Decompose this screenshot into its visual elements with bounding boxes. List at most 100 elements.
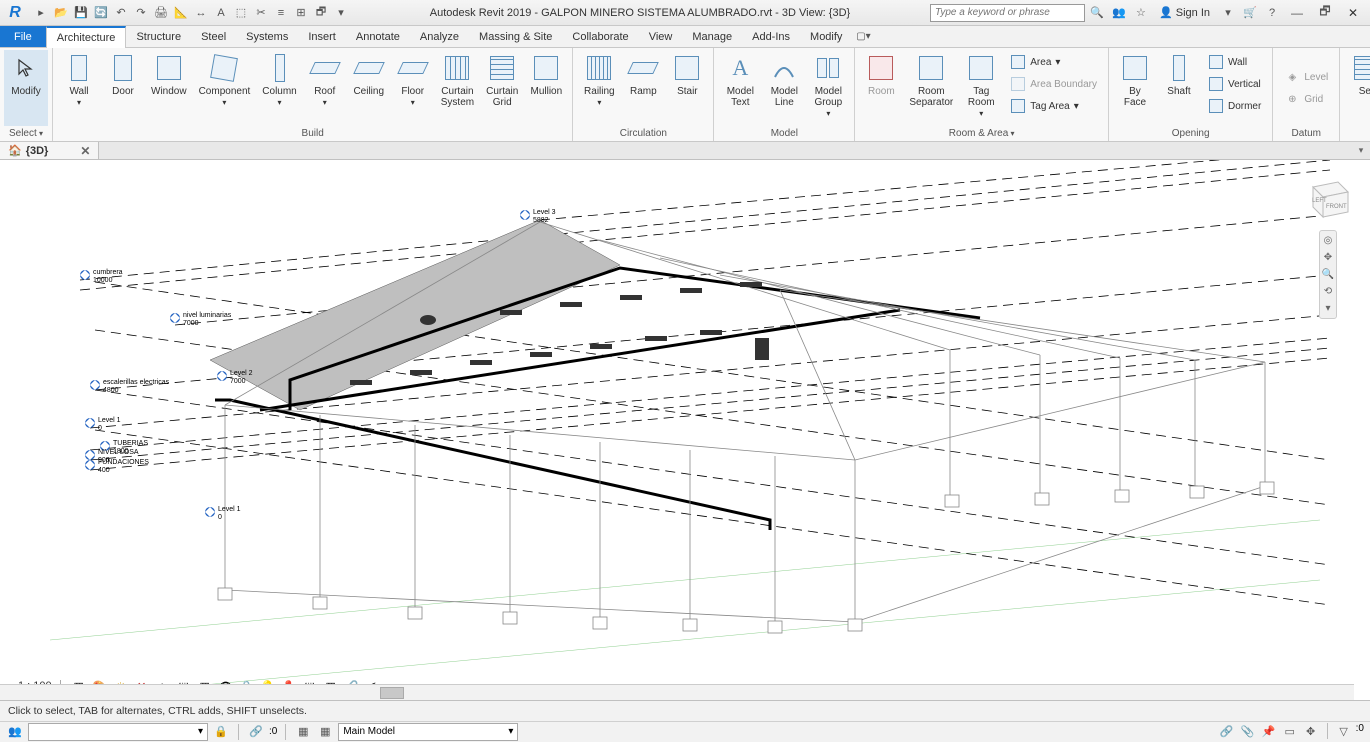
qat-3d-icon[interactable]: ⬚ (232, 4, 250, 22)
qat-switch-icon[interactable]: 🗗 (312, 4, 330, 22)
qat-dimension-icon[interactable]: ↔ (192, 4, 210, 22)
tab-massing[interactable]: Massing & Site (469, 26, 562, 47)
ramp-button[interactable]: Ramp (621, 50, 665, 126)
comm-icon[interactable]: 👥 (1109, 3, 1129, 23)
opening-vertical-button[interactable]: Vertical (1205, 74, 1264, 94)
qat-open-file-icon[interactable]: 📂 (52, 4, 70, 22)
close-view-icon[interactable]: ✕ (80, 144, 90, 158)
area-boundary-button[interactable]: Area Boundary (1007, 74, 1100, 94)
tab-annotate[interactable]: Annotate (346, 26, 410, 47)
opening-dormer-button[interactable]: Dormer (1205, 96, 1264, 116)
search-go-icon[interactable]: 🔍 (1087, 3, 1107, 23)
by-face-button[interactable]: By Face (1113, 50, 1157, 126)
component-button[interactable]: Component (193, 50, 257, 126)
room-button[interactable]: Room (859, 50, 903, 126)
area-button[interactable]: Area ▾ (1007, 52, 1100, 72)
orbit-icon[interactable]: ⟲ (1324, 286, 1332, 297)
qat-thinlines-icon[interactable]: ≡ (272, 4, 290, 22)
floor-button[interactable]: Floor (391, 50, 435, 126)
sb-design-options-icon[interactable]: ▦ (294, 723, 312, 741)
view-tabs-overflow-icon[interactable]: ▾ (1352, 145, 1370, 156)
zoom-icon[interactable]: 🔍 (1322, 269, 1334, 280)
tag-area-button[interactable]: Tag Area ▾ (1007, 96, 1100, 116)
qat-customize-icon[interactable]: ▾ (332, 4, 350, 22)
mullion-button[interactable]: Mullion (524, 50, 568, 126)
active-workset-combo[interactable]: ▾ (28, 723, 208, 741)
sb-filter-icon[interactable]: ▽ (1335, 723, 1353, 741)
sb-editable-only-icon[interactable]: 🔒 (212, 723, 230, 741)
sb-selection-count-icon[interactable]: 🔗 (247, 723, 265, 741)
shaft-button[interactable]: Shaft (1157, 50, 1201, 126)
qat-print-icon[interactable]: 🖨 (152, 4, 170, 22)
qat-save-icon[interactable]: 💾 (72, 4, 90, 22)
tab-systems[interactable]: Systems (236, 26, 298, 47)
window-button[interactable]: Window (145, 50, 193, 126)
qat-section-icon[interactable]: ✂ (252, 4, 270, 22)
railing-button[interactable]: Railing (577, 50, 621, 126)
stair-button[interactable]: Stair (665, 50, 709, 126)
full-nav-wheel-icon[interactable]: ◎ (1324, 235, 1333, 246)
tab-insert[interactable]: Insert (298, 26, 346, 47)
sb-select-face-icon[interactable]: ▭ (1281, 723, 1299, 741)
close-button[interactable]: ✕ (1340, 2, 1366, 24)
view-cube[interactable]: FRONTLEFT (1298, 172, 1358, 222)
tab-context-icon[interactable]: ▢▾ (852, 26, 874, 47)
qat-close-hidden-icon[interactable]: ⊞ (292, 4, 310, 22)
qat-redo-icon[interactable]: ↷ (132, 4, 150, 22)
wall-button[interactable]: Wall (57, 50, 101, 126)
tab-addins[interactable]: Add-Ins (742, 26, 800, 47)
tab-modify[interactable]: Modify (800, 26, 852, 47)
tab-view[interactable]: View (639, 26, 683, 47)
qat-text-icon[interactable]: A (212, 4, 230, 22)
file-tab[interactable]: File (0, 26, 46, 47)
scrollbar-thumb[interactable] (380, 687, 404, 699)
group-label-select[interactable]: Select (4, 126, 48, 141)
help-icon[interactable]: ? (1262, 3, 1282, 23)
tab-architecture[interactable]: Architecture (46, 26, 127, 48)
group-label-room-area[interactable]: Room & Area (859, 126, 1104, 141)
model-text-button[interactable]: AModel Text (718, 50, 762, 126)
column-button[interactable]: Column (256, 50, 302, 126)
modify-button[interactable]: Modify (4, 50, 48, 126)
minimize-button[interactable]: — (1284, 2, 1310, 24)
pan-icon[interactable]: ✥ (1324, 252, 1332, 263)
qat-open-icon[interactable]: ▸ (32, 4, 50, 22)
qat-sync-icon[interactable]: 🔄 (92, 4, 110, 22)
sb-select-links-icon[interactable]: 🔗 (1218, 723, 1236, 741)
qat-measure-icon[interactable]: 📐 (172, 4, 190, 22)
level-button[interactable]: ◈Level (1281, 67, 1331, 87)
sb-exclude-options-icon[interactable]: ▦ (316, 723, 334, 741)
qat-undo-icon[interactable]: ↶ (112, 4, 130, 22)
design-option-combo[interactable]: Main Model▾ (338, 723, 518, 741)
grid-button[interactable]: ⊕Grid (1281, 89, 1331, 109)
tab-steel[interactable]: Steel (191, 26, 236, 47)
tab-collaborate[interactable]: Collaborate (562, 26, 638, 47)
horizontal-scrollbar[interactable] (0, 684, 1354, 700)
search-input[interactable] (930, 4, 1085, 22)
signin-button[interactable]: 👤 Sign In (1159, 6, 1210, 19)
tab-structure[interactable]: Structure (126, 26, 191, 47)
favorite-icon[interactable]: ☆ (1131, 3, 1151, 23)
sb-select-underlay-icon[interactable]: 📎 (1239, 723, 1257, 741)
door-button[interactable]: Door (101, 50, 145, 126)
restore-button[interactable]: 🗗 (1312, 2, 1338, 24)
curtain-system-button[interactable]: Curtain System (435, 50, 480, 126)
sb-drag-elements-icon[interactable]: ✥ (1302, 723, 1320, 741)
lookdown-icon[interactable]: ▾ (1325, 303, 1330, 314)
roof-button[interactable]: Roof (303, 50, 347, 126)
sb-select-pinned-icon[interactable]: 📌 (1260, 723, 1278, 741)
curtain-grid-button[interactable]: Curtain Grid (480, 50, 524, 126)
tag-room-button[interactable]: Tag Room (959, 50, 1003, 126)
cart-icon[interactable]: 🛒 (1240, 3, 1260, 23)
model-group-button[interactable]: Model Group (806, 50, 850, 126)
tab-manage[interactable]: Manage (682, 26, 742, 47)
exchange-icon[interactable]: ▾ (1218, 3, 1238, 23)
view-tab-3d[interactable]: 🏠 {3D} ✕ (0, 142, 99, 159)
ceiling-button[interactable]: Ceiling (347, 50, 391, 126)
set-workplane-button[interactable]: Set (1344, 50, 1370, 126)
sb-workset-icon[interactable]: 👥 (6, 723, 24, 741)
room-separator-button[interactable]: Room Separator (903, 50, 959, 126)
drawing-canvas[interactable]: Level 3 5882 cumbrera 10000 nivel lumina… (0, 160, 1370, 700)
opening-wall-button[interactable]: Wall (1205, 52, 1264, 72)
model-line-button[interactable]: Model Line (762, 50, 806, 126)
